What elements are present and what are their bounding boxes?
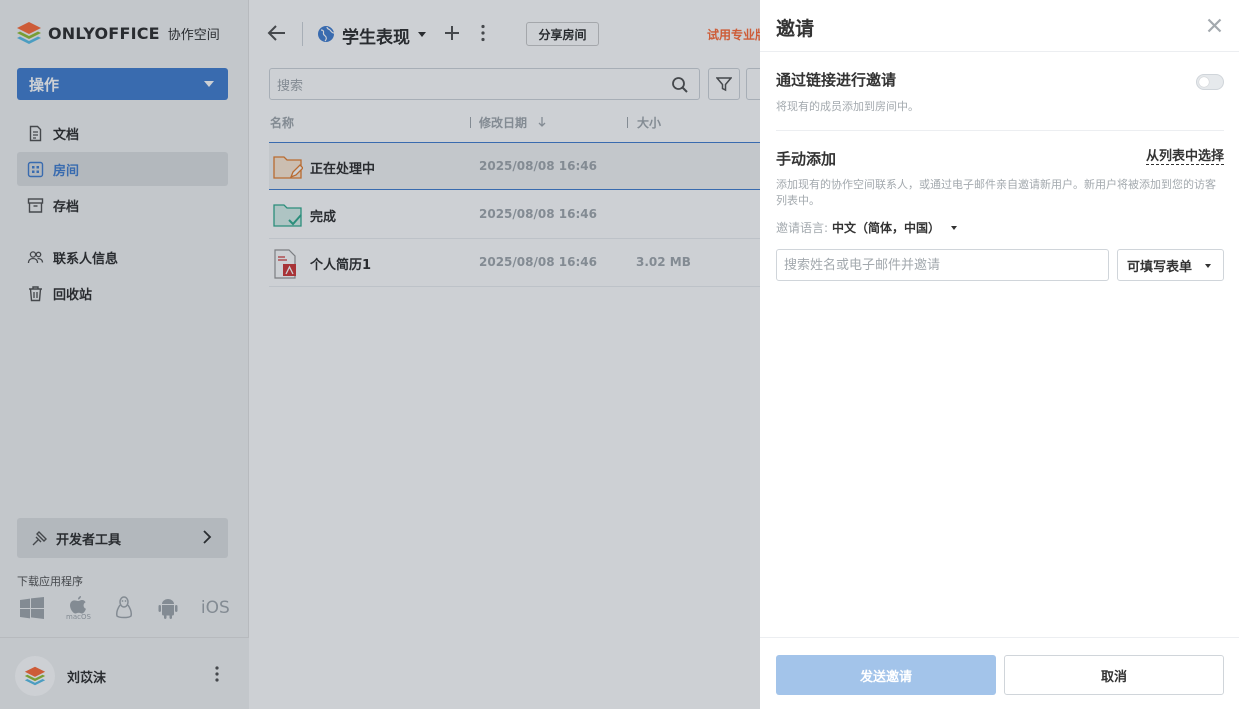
- invite-link-title: 通过链接进行邀请: [776, 71, 897, 89]
- toggle-knob: [1199, 77, 1209, 87]
- section-divider: [776, 130, 1224, 131]
- invite-panel-header: 邀请: [760, 0, 1239, 52]
- invite-language-select[interactable]: 中文（简体，中国）: [832, 219, 940, 236]
- invite-link-description: 将现有的成员添加到房间中。: [776, 100, 919, 113]
- caret-down-icon: [1205, 264, 1211, 268]
- manual-add-title: 手动添加: [776, 150, 837, 168]
- panel-title: 邀请: [776, 18, 815, 40]
- invite-panel: 邀请 通过链接进行邀请 将现有的成员添加到房间中。 手动添加 从列表中选择 添加…: [760, 0, 1239, 709]
- role-value: 可填写表单: [1127, 259, 1193, 275]
- cancel-button[interactable]: 取消: [1004, 655, 1224, 695]
- invite-search-input[interactable]: [776, 249, 1109, 281]
- role-select[interactable]: 可填写表单: [1117, 249, 1224, 281]
- caret-down-icon[interactable]: [951, 225, 958, 230]
- invite-panel-footer: 发送邀请 取消: [760, 637, 1239, 709]
- manual-add-description: 添加现有的协作空间联系人，或通过电子邮件亲自邀请新用户。新用户将被添加到您的访客…: [776, 178, 1216, 207]
- invite-language-row: 邀请语言: 中文（简体，中国）: [776, 219, 958, 236]
- choose-from-list-link[interactable]: 从列表中选择: [1145, 149, 1224, 165]
- modal-backdrop[interactable]: [0, 0, 760, 709]
- send-invitation-button[interactable]: 发送邀请: [776, 655, 996, 695]
- invite-language-label: 邀请语言:: [776, 221, 829, 235]
- close-icon[interactable]: [1207, 18, 1222, 33]
- invite-link-toggle[interactable]: [1196, 74, 1224, 90]
